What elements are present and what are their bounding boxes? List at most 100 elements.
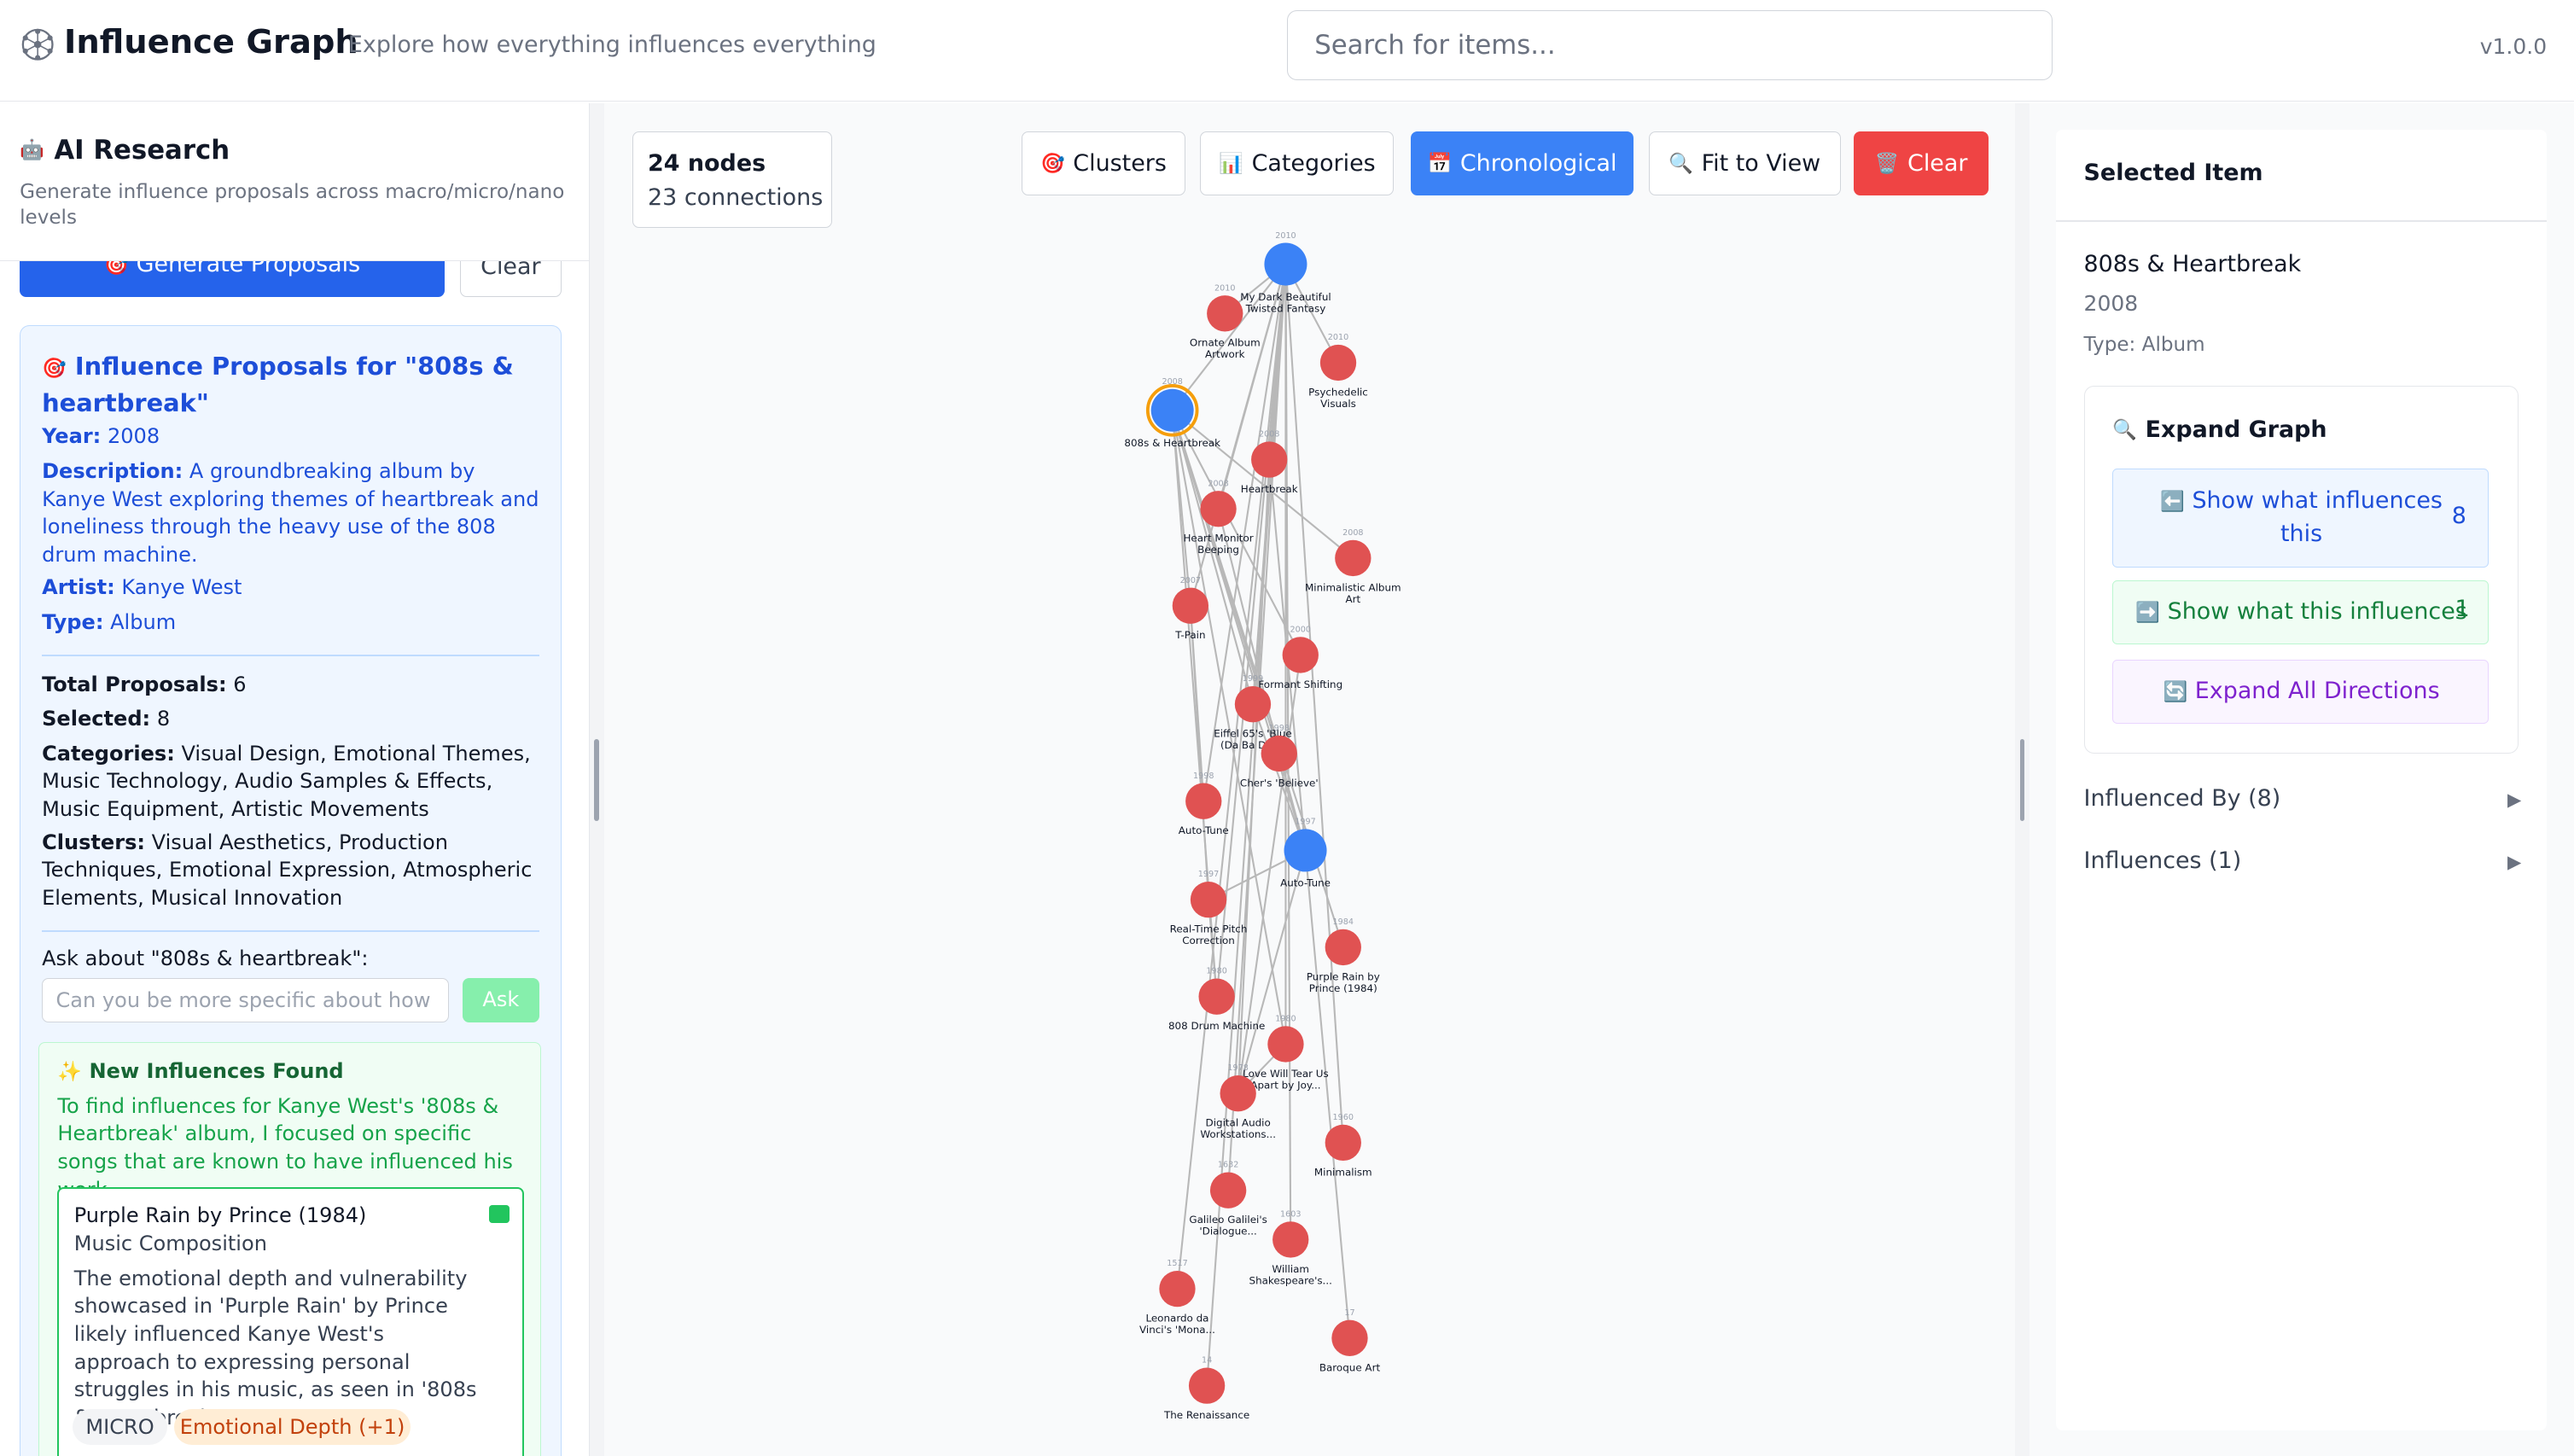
selected-count: Selected: 8	[42, 705, 543, 733]
node-circle[interactable]	[1261, 735, 1297, 772]
node-label: Correction	[1182, 935, 1235, 946]
level-badge: MICRO	[72, 1408, 168, 1446]
calendar-icon: 📅	[1427, 152, 1453, 175]
node-circle[interactable]	[1209, 1172, 1247, 1209]
node-year: 1960	[1333, 1113, 1354, 1122]
selected-label: Selected:	[42, 707, 151, 731]
node-year: 2008	[1208, 479, 1228, 488]
node-year: 1984	[1333, 917, 1354, 927]
expand-all-button[interactable]: 🔄 Expand All Directions	[2112, 659, 2489, 724]
node-circle[interactable]	[1325, 929, 1361, 966]
graph-node[interactable]: 1632 Galileo Galilei's'Dialogue...	[1189, 1161, 1267, 1238]
influence-graph[interactable]: 2010My Dark BeautifulTwisted Fantasy2010…	[604, 103, 2015, 1456]
node-circle[interactable]	[1188, 1367, 1226, 1405]
graph-node[interactable]: 14 The Renaissance	[1163, 1356, 1249, 1421]
node-year: 1997	[1198, 870, 1219, 879]
node-circle[interactable]	[1234, 686, 1272, 723]
proposal-category: Music Composition	[73, 1232, 267, 1256]
graph-node[interactable]: 1517 Leonardo daVinci's 'Mona...	[1139, 1259, 1215, 1336]
node-circle[interactable]	[1190, 882, 1227, 918]
sparkles-icon: ✨	[57, 1061, 83, 1084]
ask-button[interactable]: Ask	[462, 977, 540, 1022]
node-year: 2010	[1328, 333, 1348, 342]
left-resize-handle[interactable]	[589, 103, 605, 1456]
node-year: 1517	[1167, 1259, 1187, 1268]
node-circle[interactable]	[1159, 1271, 1196, 1307]
show-influences-this-button[interactable]: ⬅️ Show what influences this 8	[2112, 469, 2489, 568]
show-this-influences-button[interactable]: ➡️ Show what this influences 1	[2112, 580, 2489, 645]
graph-node[interactable]: 2008 808s & Heartbreak	[1124, 377, 1220, 449]
node-circle[interactable]	[1284, 829, 1327, 872]
graph-node[interactable]: 2008 Minimalistic AlbumArt	[1305, 528, 1401, 605]
app-header: Influence Graph Explore how everything i…	[0, 0, 2574, 102]
node-year: 1998	[1193, 772, 1214, 781]
graph-node[interactable]: 1960 Minimalism	[1314, 1113, 1372, 1178]
graph-node[interactable]: 2010 My Dark BeautifulTwisted Fantasy	[1240, 231, 1331, 315]
clear-graph-button[interactable]: 🗑️ Clear	[1854, 131, 1989, 195]
node-circle[interactable]	[1335, 539, 1371, 577]
expand-arrow-icon[interactable]: ▶	[2507, 851, 2521, 872]
expand-graph-card: 🔍 Expand Graph ⬅️ Show what influences th…	[2083, 386, 2519, 754]
node-year: 2010	[1275, 231, 1296, 241]
expand-arrow-icon[interactable]: ▶	[2507, 789, 2521, 810]
node-circle[interactable]	[1267, 1026, 1304, 1063]
node-label: Heart Monitor	[1184, 533, 1254, 545]
fit-to-view-button[interactable]: 🔍 Fit to View	[1648, 131, 1841, 195]
year-value: 2008	[107, 424, 160, 449]
select-checkbox-icon[interactable]	[489, 1205, 510, 1224]
node-circle[interactable]	[1282, 637, 1319, 673]
chronological-layout-button[interactable]: 📅 Chronological	[1410, 131, 1634, 195]
node-year: 2007	[1180, 576, 1201, 585]
node-label: Visuals	[1320, 398, 1356, 410]
node-year: 14	[1202, 1356, 1212, 1366]
node-circle[interactable]	[1331, 1319, 1368, 1357]
magnifier-icon: 🔍	[2112, 418, 2137, 441]
divider	[42, 654, 540, 656]
show-this-influences-text: Show what this influences	[2167, 598, 2467, 626]
graph-node[interactable]: 17 Baroque Art	[1319, 1308, 1381, 1373]
node-circle[interactable]	[1220, 1075, 1256, 1112]
influenced-by-toggle[interactable]: Influenced By (8)	[2084, 785, 2281, 812]
node-circle[interactable]	[1272, 1221, 1309, 1258]
proposal-description: The emotional depth and vulnerability sh…	[73, 1266, 477, 1430]
node-label: 'Dialogue...	[1199, 1226, 1256, 1238]
bar-chart-icon: 📊	[1219, 152, 1243, 175]
proposals-title-text: Influence Proposals for "808s & heartbre…	[42, 351, 514, 418]
graph-node[interactable]: 2000 Formant Shifting	[1258, 626, 1342, 690]
influence-proposal-card[interactable]: Purple Rain by Prince (1984) Music Compo…	[57, 1187, 524, 1456]
graph-node[interactable]: 1998 Auto-Tune	[1179, 772, 1229, 836]
graph-stats: 24 nodes 23 connections	[632, 131, 833, 229]
fit-to-view-label: Fit to View	[1701, 149, 1821, 177]
node-circle[interactable]	[1325, 1124, 1361, 1162]
divider	[42, 929, 540, 932]
ask-input[interactable]	[42, 977, 450, 1022]
trash-icon: 🗑️	[1874, 152, 1900, 175]
node-circle[interactable]	[1150, 388, 1194, 433]
node-label: Formant Shifting	[1258, 678, 1342, 690]
node-circle[interactable]	[1200, 491, 1237, 527]
clusters-layout-button[interactable]: 🎯 Clusters	[1021, 131, 1186, 195]
graph-canvas[interactable]: 2010 My Dark Beautiful Twisted Fantasy 2010…	[604, 103, 2015, 1456]
node-circle[interactable]	[1198, 978, 1235, 1016]
categories-layout-button[interactable]: 📊 Categories	[1200, 131, 1395, 195]
node-circle[interactable]	[1264, 242, 1307, 286]
search-input[interactable]	[1287, 9, 2053, 81]
graph-node[interactable]: 1984 Purple Rain byPrince (1984)	[1307, 917, 1380, 994]
arrow-right-icon: ➡️	[2135, 602, 2161, 625]
node-circle[interactable]	[1172, 587, 1209, 625]
node-label: Digital Audio	[1206, 1117, 1271, 1129]
selected-item-type: Type: Album	[2083, 333, 2205, 356]
node-circle[interactable]	[1251, 441, 1288, 478]
node-circle[interactable]	[1207, 295, 1243, 332]
node-circle[interactable]	[1185, 783, 1222, 820]
right-resize-handle[interactable]	[2014, 103, 2030, 1456]
graph-node[interactable]: 2010 PsychedelicVisuals	[1308, 333, 1368, 410]
selected-item-panel: Selected Item 808s & Heartbreak 2008 Typ…	[2055, 129, 2548, 1430]
node-label: Baroque Art	[1319, 1362, 1381, 1374]
influences-this-count: 8	[2451, 502, 2466, 529]
node-circle[interactable]	[1319, 345, 1357, 381]
year-label: Year:	[42, 424, 102, 449]
influences-toggle[interactable]: Influences (1)	[2084, 847, 2242, 874]
node-label: Psychedelic	[1308, 387, 1368, 399]
node-label: My Dark Beautiful	[1240, 291, 1331, 303]
